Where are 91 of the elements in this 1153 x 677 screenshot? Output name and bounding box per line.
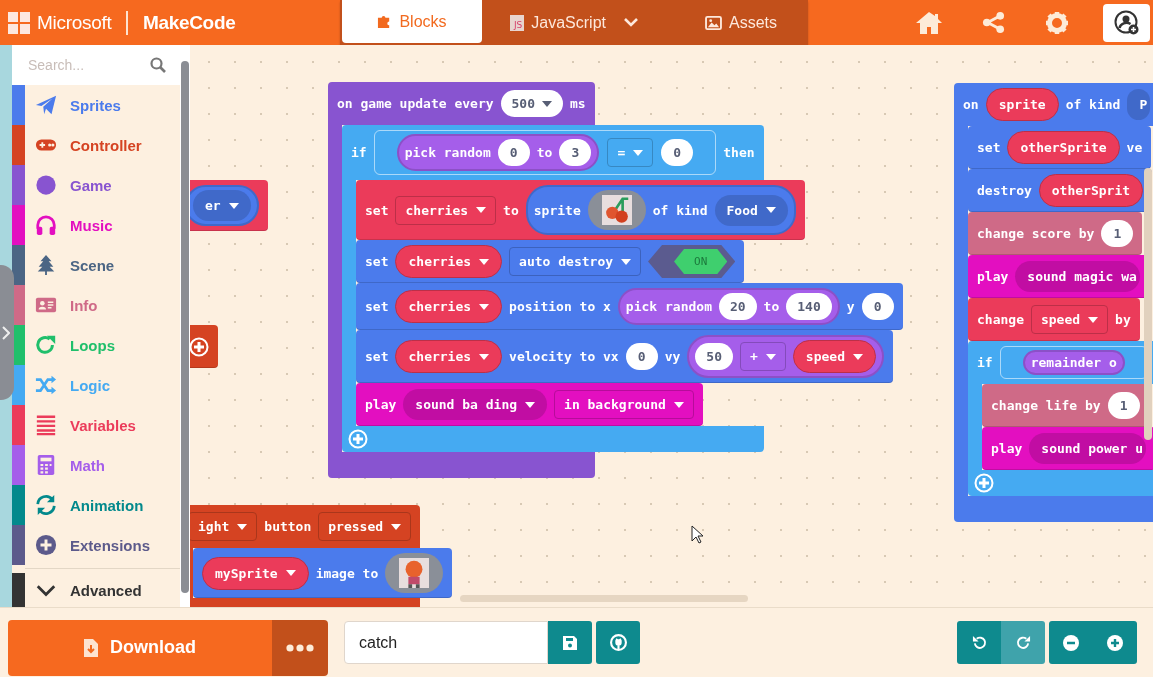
variable-field[interactable]: sprite bbox=[985, 88, 1059, 121]
dropdown-field[interactable]: Food bbox=[714, 194, 788, 226]
block-label: velocity to vx bbox=[509, 349, 619, 364]
dropdown-field[interactable]: sound power u bbox=[1029, 433, 1147, 464]
block-label: of kind bbox=[1065, 97, 1121, 112]
block-label: of kind bbox=[652, 202, 708, 218]
block-label: image to bbox=[315, 565, 379, 581]
block-label: change life by bbox=[991, 398, 1101, 413]
dropdown-field[interactable]: sound magic wa bbox=[1015, 261, 1140, 292]
category-item[interactable]: Scene bbox=[12, 245, 180, 285]
dropdown-field[interactable]: + bbox=[740, 342, 786, 371]
number-field[interactable]: 50 bbox=[695, 343, 733, 370]
category-item[interactable]: Sprites bbox=[12, 85, 180, 125]
dropdown-field[interactable]: P bbox=[1127, 89, 1151, 120]
block-label: remainder o bbox=[1030, 355, 1117, 370]
block-label: button bbox=[264, 519, 312, 534]
variable-field[interactable]: speed bbox=[792, 340, 876, 373]
project-name-field[interactable]: catch bbox=[344, 621, 548, 664]
variable-field[interactable]: cherries bbox=[395, 340, 503, 373]
block-label: on bbox=[963, 97, 979, 112]
block-label: if bbox=[977, 355, 993, 370]
block-label: change score by bbox=[977, 226, 1095, 241]
block-label: if bbox=[351, 145, 367, 160]
dropdown-field[interactable]: cherries bbox=[395, 195, 497, 225]
block-label: set bbox=[365, 254, 389, 269]
category-item[interactable]: Animation bbox=[12, 485, 180, 525]
block-label: destroy bbox=[977, 183, 1032, 198]
number-field[interactable]: 140 bbox=[786, 293, 832, 320]
block-label: set bbox=[977, 140, 1001, 155]
category-item[interactable]: Game bbox=[12, 165, 180, 205]
block-label: vy bbox=[664, 349, 681, 364]
category-item[interactable]: Extensions bbox=[12, 525, 180, 565]
block-label: change bbox=[977, 312, 1024, 327]
category-item[interactable]: Controller bbox=[12, 125, 180, 165]
block-label: ms bbox=[570, 96, 586, 111]
dropdown-field[interactable]: sound ba ding bbox=[403, 389, 548, 420]
block-label: to bbox=[763, 299, 780, 314]
dropdown-field[interactable]: in background bbox=[554, 390, 694, 419]
number-field[interactable]: 0 bbox=[625, 343, 658, 370]
number-field[interactable]: 1 bbox=[1101, 220, 1134, 247]
editor-tab[interactable]: Assets bbox=[676, 0, 806, 45]
block-label: on game update every bbox=[337, 96, 494, 111]
variable-field[interactable]: mySprite bbox=[202, 556, 309, 590]
product-name: MakeCode bbox=[142, 11, 236, 34]
dropdown-field[interactable]: er bbox=[193, 190, 251, 221]
number-field[interactable]: 1 bbox=[1107, 392, 1140, 419]
block-label: y bbox=[846, 299, 855, 314]
category-item[interactable]: Loops bbox=[12, 325, 180, 365]
search-field[interactable]: Search... bbox=[12, 45, 180, 85]
number-field[interactable]: 0 bbox=[861, 293, 894, 320]
toggle-switch[interactable]: ON bbox=[648, 245, 736, 278]
block-label: pick random bbox=[404, 145, 491, 160]
block-label: set bbox=[365, 349, 389, 364]
dropdown-field[interactable]: speed bbox=[1030, 305, 1109, 334]
editor-tab[interactable]: JS JavaScript bbox=[482, 0, 606, 45]
block-label: sprite bbox=[533, 202, 581, 218]
brand-name: Microsoft bbox=[37, 11, 112, 34]
variable-field[interactable]: otherSprit bbox=[1038, 174, 1144, 207]
number-field[interactable]: 0 bbox=[497, 139, 530, 166]
block-label: set bbox=[365, 202, 389, 218]
block-label: to bbox=[503, 202, 519, 218]
editor-tab[interactable]: Blocks bbox=[342, 0, 482, 43]
block-label: ve bbox=[1126, 140, 1143, 155]
block-label: set bbox=[365, 299, 389, 314]
category-item[interactable]: Math bbox=[12, 445, 180, 485]
dropdown-field[interactable]: auto destroy bbox=[509, 247, 642, 276]
category-item[interactable]: Music bbox=[12, 205, 180, 245]
number-field[interactable]: 500 bbox=[500, 90, 564, 117]
dropdown-field[interactable]: pressed bbox=[318, 512, 412, 541]
dropdown-field[interactable]: = bbox=[607, 138, 654, 167]
block-label: play bbox=[365, 397, 397, 412]
variable-field[interactable]: cherries bbox=[395, 245, 503, 278]
category-item[interactable]: Variables bbox=[12, 405, 180, 445]
number-field[interactable]: 20 bbox=[718, 293, 757, 320]
variable-field[interactable]: otherSprite bbox=[1007, 131, 1120, 164]
block-label: position to x bbox=[509, 299, 611, 314]
block-label: play bbox=[977, 269, 1009, 284]
number-field[interactable]: 0 bbox=[661, 139, 694, 166]
block-label: to bbox=[536, 145, 553, 160]
variable-field[interactable]: cherries bbox=[395, 290, 503, 323]
dropdown-field[interactable]: ight bbox=[190, 512, 258, 541]
download-button[interactable]: Download bbox=[8, 619, 272, 676]
block-label: then bbox=[723, 145, 755, 160]
category-item[interactable]: Advanced bbox=[12, 573, 180, 607]
block-label: play bbox=[991, 441, 1023, 456]
category-item[interactable]: Info bbox=[12, 285, 180, 325]
block-label: pick random bbox=[625, 299, 712, 314]
block-label: by bbox=[1115, 312, 1131, 327]
js-badge: JS bbox=[509, 14, 525, 31]
number-field[interactable]: 3 bbox=[559, 139, 592, 166]
category-item[interactable]: Logic bbox=[12, 365, 180, 405]
